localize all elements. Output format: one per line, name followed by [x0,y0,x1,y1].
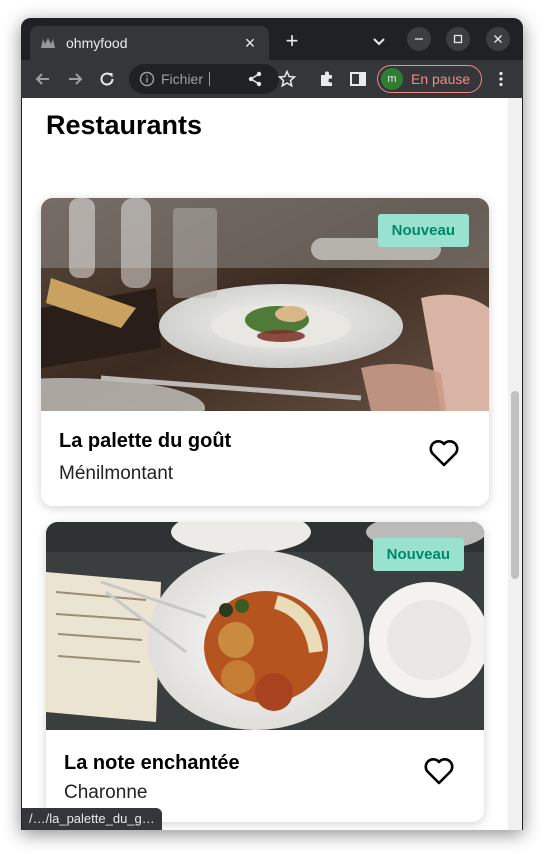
site-favicon-icon [41,38,55,48]
restaurant-name: La palette du goût [59,430,232,452]
extensions-puzzle-icon[interactable] [317,69,337,89]
profile-status-label: En pause [411,71,471,87]
scrollbar[interactable] [508,98,522,830]
restaurant-location: Charonne [64,782,148,803]
browser-toolbar: Fichier m En pause [21,60,523,98]
avatar: m [381,68,403,90]
favorite-heart-icon[interactable] [423,756,455,786]
menu-kebab-icon[interactable] [491,69,511,89]
bookmark-star-icon[interactable] [277,69,297,89]
restaurant-card[interactable]: Nouveau La note enchantée Charonne [46,522,484,822]
page-viewport: Restaurants Nouveau La palette du goût M… [22,98,522,830]
page-title: Restaurants [46,110,203,140]
tab-ohmyfood[interactable]: ohmyfood × [30,26,269,60]
favorite-heart-icon[interactable] [428,438,460,468]
tab-search-chevron-icon[interactable] [370,32,388,50]
tab-strip: ohmyfood × + [21,18,523,60]
close-tab-icon[interactable]: × [241,34,259,52]
tab-title: ohmyfood [66,35,128,51]
address-separator [209,72,211,86]
link-status-bar: /…/la_palette_du_g… [22,808,162,830]
browser-window: ohmyfood × + Fichier m En pause Restaura… [21,18,523,830]
info-icon[interactable] [139,71,155,87]
restaurant-location: Ménilmontant [59,463,174,484]
scrollbar-thumb[interactable] [511,391,519,579]
close-window-icon[interactable] [486,27,510,51]
side-panel-icon[interactable] [348,69,368,89]
restaurant-name: La note enchantée [64,752,240,774]
forward-arrow-icon[interactable] [65,69,85,89]
address-scheme-label: Fichier [161,71,204,87]
share-icon[interactable] [245,69,265,89]
maximize-icon[interactable] [446,27,470,51]
new-badge: Nouveau [372,538,464,571]
new-badge: Nouveau [377,214,469,247]
reload-icon[interactable] [97,69,117,89]
profile-button[interactable]: m En pause [377,65,482,93]
back-arrow-icon[interactable] [33,69,53,89]
new-tab-icon[interactable]: + [281,30,303,52]
restaurant-card[interactable]: Nouveau La palette du goût Ménilmontant [41,198,489,506]
minimize-icon[interactable] [407,27,431,51]
